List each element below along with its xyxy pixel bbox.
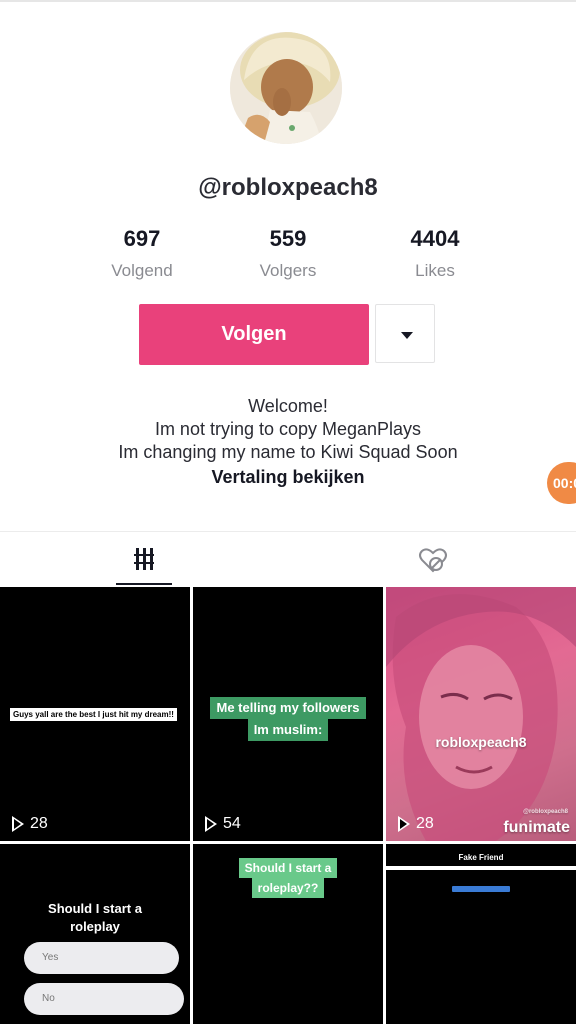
see-translation-link[interactable]: Vertaling bekijken: [0, 467, 576, 488]
recording-timer-badge[interactable]: 00:0: [547, 462, 576, 504]
stat-likes-label: Likes: [415, 261, 455, 280]
top-divider: [0, 0, 576, 2]
tab-active-indicator: [116, 583, 172, 585]
video-caption: Should I start a roleplay??: [193, 858, 383, 898]
video-thumbnail[interactable]: Me telling my followers Im muslim: 54: [193, 587, 383, 841]
bio-line: Welcome!: [248, 396, 328, 416]
video-caption: Me telling my followers Im muslim:: [193, 697, 383, 741]
play-icon: [205, 816, 217, 832]
caption-line: Im muslim:: [247, 719, 329, 741]
poll-option: No: [24, 983, 184, 1015]
caption-line: Should I start a: [238, 858, 338, 878]
watermark-handle: @robloxpeach8: [523, 809, 568, 815]
thumbnail-body: [386, 870, 576, 1024]
video-thumbnail[interactable]: Should I start a roleplay Yes No: [0, 844, 190, 1024]
stat-following-value: 697: [123, 226, 161, 251]
grid-icon[interactable]: [134, 548, 154, 570]
profile-avatar[interactable]: [230, 32, 342, 144]
stat-followers-label: Volgers: [259, 261, 317, 280]
title-line: Should I start a: [48, 901, 142, 916]
play-count-value: 28: [30, 815, 48, 832]
video-caption: robloxpeach8: [435, 734, 527, 750]
stat-following[interactable]: 697 Volgend: [72, 226, 212, 281]
title-line: roleplay: [70, 919, 120, 934]
profile-tabs: [0, 532, 576, 587]
stat-likes[interactable]: 4404 Likes: [365, 226, 505, 281]
play-count: 28: [12, 815, 48, 833]
poll-option: Yes: [24, 942, 179, 974]
play-count: 28: [398, 815, 434, 833]
portrait-image: [386, 587, 576, 841]
play-count: 54: [205, 815, 241, 833]
video-title: Should I start a roleplay: [0, 900, 190, 936]
profile-username: @robloxpeach8: [198, 174, 378, 201]
stat-following-label: Volgend: [111, 261, 173, 280]
hidden-heart-icon[interactable]: [418, 546, 448, 574]
funimate-watermark: funimate: [503, 819, 570, 836]
profile-bio: Welcome! Im not trying to copy MeganPlay…: [0, 395, 576, 464]
video-thumbnail[interactable]: Should I start a roleplay??: [193, 844, 383, 1024]
play-icon: [12, 816, 24, 832]
video-caption: Guys yall are the best I just hit my dre…: [10, 708, 177, 721]
caption-line: roleplay??: [251, 878, 325, 898]
play-count-value: 54: [223, 815, 241, 832]
video-thumbnail[interactable]: Guys yall are the best I just hit my dre…: [0, 587, 190, 841]
stat-likes-value: 4404: [410, 226, 460, 251]
thumbnail-top-strip: Fake Friend: [386, 844, 576, 866]
bio-line: Im not trying to copy MeganPlays: [154, 419, 422, 439]
caption-highlight: [452, 886, 510, 892]
play-count-value: 28: [416, 815, 434, 832]
stat-followers-value: 559: [269, 226, 307, 251]
video-caption: Fake Friend: [458, 853, 504, 862]
suggestions-dropdown-button[interactable]: [375, 304, 435, 363]
play-icon: [398, 816, 410, 832]
bio-line: Im changing my name to Kiwi Squad Soon: [118, 442, 458, 462]
video-grid: Guys yall are the best I just hit my dre…: [0, 587, 576, 1024]
caret-down-icon: [401, 332, 413, 339]
video-thumbnail[interactable]: robloxpeach8 @robloxpeach8 funimate 28: [386, 587, 576, 841]
video-thumbnail[interactable]: Fake Friend: [386, 844, 576, 1024]
caption-line: Me telling my followers: [210, 697, 366, 719]
stat-followers[interactable]: 559 Volgers: [218, 226, 358, 281]
follow-button[interactable]: Volgen: [139, 304, 369, 365]
